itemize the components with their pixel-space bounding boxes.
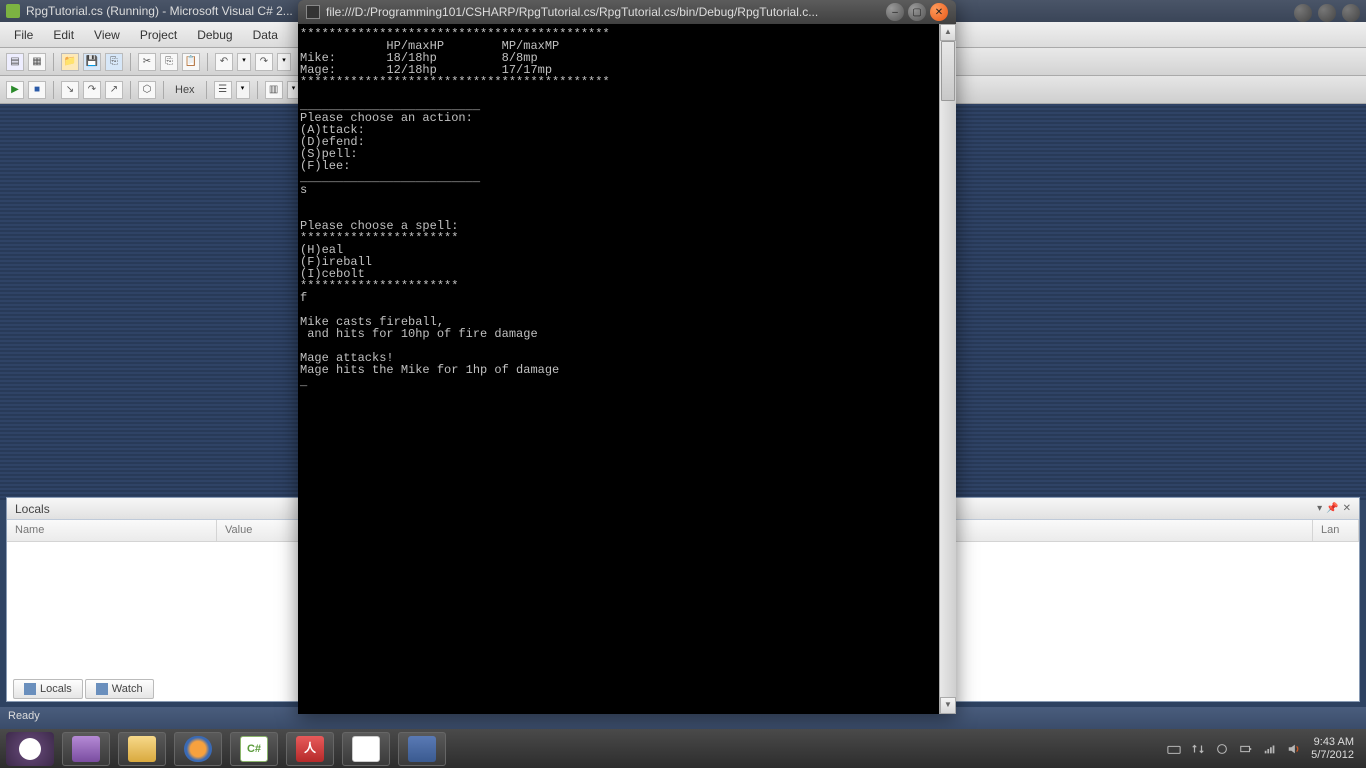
console-body: ****************************************… [298, 24, 956, 714]
maximize-icon[interactable]: ▢ [908, 3, 926, 21]
vs-title-text: RpgTutorial.cs (Running) - Microsoft Vis… [26, 4, 293, 18]
scroll-down-icon[interactable]: ▼ [940, 697, 956, 714]
console-scrollbar[interactable]: ▲ ▼ [939, 24, 956, 714]
console-window-controls: – ▢ ✕ [886, 3, 948, 21]
toolbar-sep [130, 53, 131, 71]
tab-watch-label: Watch [112, 683, 143, 695]
menu-view[interactable]: View [84, 24, 130, 46]
vs-status-text: Ready [8, 710, 40, 722]
breakpoint-icon[interactable]: ⬡ [138, 81, 156, 99]
output-icon[interactable]: ▥ [265, 81, 283, 99]
taskbar: C# 人 9:43 AM 5/7/2012 [0, 729, 1366, 768]
toolbar-sep [206, 81, 207, 99]
console-window: file:///D:/Programming101/CSHARP/RpgTuto… [298, 0, 956, 714]
wifi-icon[interactable] [1263, 742, 1277, 756]
folder-icon [128, 736, 156, 762]
clock-time: 9:43 AM [1311, 736, 1354, 749]
clock[interactable]: 9:43 AM 5/7/2012 [1311, 736, 1360, 762]
close-icon[interactable]: ✕ [930, 3, 948, 21]
panel-pin-icon[interactable]: 📌 [1326, 503, 1338, 514]
console-title-text: file:///D:/Programming101/CSHARP/RpgTuto… [326, 5, 878, 19]
pdf-icon: 人 [296, 736, 324, 762]
menu-debug[interactable]: Debug [187, 24, 242, 46]
step-into-icon[interactable]: ↘ [61, 81, 79, 99]
editor-icon [408, 736, 436, 762]
new-project-icon[interactable]: ▤ [6, 53, 24, 71]
add-item-icon[interactable]: ▦ [28, 53, 46, 71]
system-tray: 9:43 AM 5/7/2012 [1167, 736, 1360, 762]
toolbar-sep [53, 53, 54, 71]
tab-locals[interactable]: Locals [13, 679, 83, 699]
minimize-icon[interactable]: – [886, 3, 904, 21]
toolbar-sep [130, 81, 131, 99]
locals-tab-icon [24, 683, 36, 695]
taskbar-app-notes[interactable] [342, 732, 390, 766]
step-over-icon[interactable]: ↷ [83, 81, 101, 99]
redo-dropdown-icon[interactable]: ▾ [277, 53, 291, 71]
toolbar-sep [257, 81, 258, 99]
console-app-icon [306, 5, 320, 19]
watch-tab-icon [96, 683, 108, 695]
open-folder-icon[interactable]: 📁 [61, 53, 79, 71]
locals-tabs: Locals Watch [7, 677, 160, 701]
ubuntu-launcher-button[interactable] [6, 732, 54, 766]
tab-watch[interactable]: Watch [85, 679, 154, 699]
paste-icon[interactable]: 📋 [182, 53, 200, 71]
scroll-up-icon[interactable]: ▲ [940, 24, 956, 41]
undo-icon[interactable]: ↶ [215, 53, 233, 71]
taskbar-app-firefox[interactable] [174, 732, 222, 766]
clock-date: 5/7/2012 [1311, 749, 1354, 762]
desk-minimize-icon[interactable] [1294, 4, 1312, 22]
taskbar-app-csharp[interactable]: C# [230, 732, 278, 766]
continue-icon[interactable]: ▶ [6, 81, 24, 99]
tab-locals-label: Locals [40, 683, 72, 695]
network-sync-icon[interactable] [1215, 742, 1229, 756]
desk-close-icon[interactable] [1342, 4, 1360, 22]
thread-dropdown-icon[interactable]: ▾ [236, 81, 250, 99]
taskbar-app-files[interactable] [118, 732, 166, 766]
menu-edit[interactable]: Edit [43, 24, 84, 46]
volume-icon[interactable] [1287, 742, 1301, 756]
menu-project[interactable]: Project [130, 24, 187, 46]
pidgin-icon [72, 736, 100, 762]
undo-dropdown-icon[interactable]: ▾ [237, 53, 251, 71]
notes-icon [352, 736, 380, 762]
locals-panel-title: Locals [15, 502, 50, 516]
menu-data[interactable]: Data [243, 24, 288, 46]
cut-icon[interactable]: ✂ [138, 53, 156, 71]
taskbar-app-pdf[interactable]: 人 [286, 732, 334, 766]
panel-close-icon[interactable]: ✕ [1343, 503, 1351, 514]
panel-dropdown-icon[interactable]: ▾ [1317, 503, 1322, 514]
stop-icon[interactable]: ■ [28, 81, 46, 99]
ubuntu-logo-icon [19, 738, 41, 760]
scroll-track[interactable] [940, 41, 956, 697]
hex-toggle[interactable]: Hex [171, 84, 199, 96]
thread-icon[interactable]: ☰ [214, 81, 232, 99]
locals-col-lang[interactable]: Lan [1313, 520, 1359, 541]
battery-icon[interactable] [1239, 742, 1253, 756]
console-output[interactable]: ****************************************… [298, 24, 939, 714]
desk-maximize-icon[interactable] [1318, 4, 1336, 22]
scroll-thumb[interactable] [941, 41, 955, 101]
desktop-window-controls [1294, 4, 1360, 22]
vs-app-icon [6, 4, 20, 18]
copy-icon[interactable]: ⎘ [160, 53, 178, 71]
taskbar-app-editor[interactable] [398, 732, 446, 766]
menu-file[interactable]: File [4, 24, 43, 46]
toolbar-sep [163, 81, 164, 99]
network-updown-icon[interactable] [1191, 742, 1205, 756]
keyboard-icon[interactable] [1167, 742, 1181, 756]
firefox-icon [184, 736, 212, 762]
save-all-icon[interactable]: ⎘ [105, 53, 123, 71]
console-titlebar[interactable]: file:///D:/Programming101/CSHARP/RpgTuto… [298, 0, 956, 24]
toolbar-sep [207, 53, 208, 71]
save-icon[interactable]: 💾 [83, 53, 101, 71]
step-out-icon[interactable]: ↗ [105, 81, 123, 99]
taskbar-app-pidgin[interactable] [62, 732, 110, 766]
csharp-icon: C# [240, 736, 268, 762]
locals-col-name[interactable]: Name [7, 520, 217, 541]
toolbar-sep [53, 81, 54, 99]
redo-icon[interactable]: ↷ [255, 53, 273, 71]
